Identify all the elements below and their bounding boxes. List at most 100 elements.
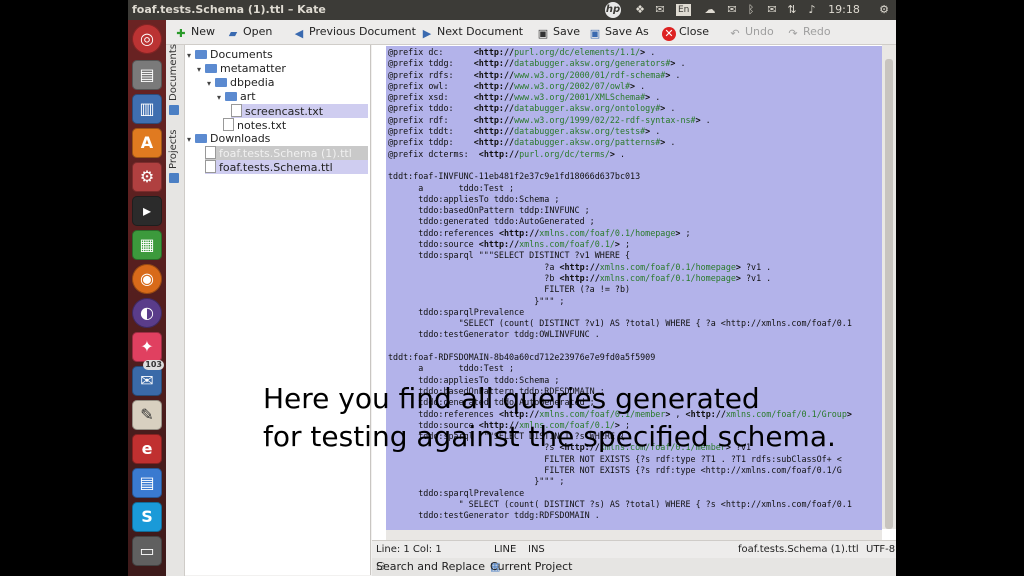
tree-item-dbpedia[interactable]: ▾ dbpedia xyxy=(207,76,275,90)
undo-label: Undo xyxy=(745,25,774,38)
next-document-button[interactable]: ▶ Next Document xyxy=(420,23,523,41)
open-button[interactable]: ▰ Open xyxy=(226,23,273,41)
spreadsheet-icon[interactable]: ▦ xyxy=(132,230,162,260)
code-line: tddo:references <http://xmlns.com/foaf/0… xyxy=(388,227,691,238)
screen: foaf.tests.Schema (1).ttl – Kate hp ❖ ✉ … xyxy=(128,0,896,576)
save-label: Save xyxy=(553,25,581,38)
code-line: @prefix rdfs: <http://www.w3.org/2000/01… xyxy=(388,69,681,80)
redo-label: Redo xyxy=(803,25,831,38)
next-label: Next Document xyxy=(437,25,524,38)
system-settings-icon[interactable]: ⚙ xyxy=(132,162,162,192)
code-line: tddt:foaf-INVFUNC-11eb481f2e37c9e1fd1806… xyxy=(388,171,641,182)
vertical-scrollbar[interactable] xyxy=(882,45,896,529)
pinwheel-icon[interactable]: ✦ xyxy=(132,332,162,362)
bluetooth-icon[interactable]: ᛒ xyxy=(744,2,758,18)
subtitle-line-1: Here you find all queries generated xyxy=(263,382,760,415)
previous-document-button[interactable]: ◀ Previous Document xyxy=(292,23,416,41)
ubuntu-dash-icon[interactable]: ◎ xyxy=(132,24,162,54)
code-line: @prefix owl: <http://www.w3.org/2002/07/… xyxy=(388,80,646,91)
code-text[interactable]: @prefix dc: <http://purl.org/dc/elements… xyxy=(388,47,896,540)
mail-app-icon[interactable]: ✉ 103 xyxy=(132,360,164,396)
code-line: FILTER NOT EXISTS {?s rdf:type <http://x… xyxy=(388,464,842,475)
encoding[interactable]: UTF-8 xyxy=(866,541,895,559)
terminal-icon[interactable]: ▸ xyxy=(132,196,162,226)
tab-projects-label: Projects xyxy=(168,129,179,169)
open-label: Open xyxy=(243,25,273,38)
files-icon[interactable]: ▤ xyxy=(132,60,162,90)
tab-projects[interactable]: Projects xyxy=(168,121,182,183)
folder-icon xyxy=(195,134,207,143)
selection-mode[interactable]: LINE xyxy=(494,541,516,559)
horizontal-scrollbar[interactable] xyxy=(386,530,882,540)
code-line: tddo:sparqlPrevalence xyxy=(388,306,525,317)
tree-item-art[interactable]: ▾ art xyxy=(217,90,256,104)
gear-icon[interactable]: ⚙ xyxy=(876,2,892,18)
subtitle-line-2: for testing against the specified schema… xyxy=(263,420,836,453)
code-line: tddo:appliesTo tddo:Schema ; xyxy=(388,193,560,204)
code-line: tddt:foaf-RDFSDOMAIN-8b40a60cd712e23976e… xyxy=(388,352,656,363)
tree-item-notes[interactable]: notes.txt xyxy=(223,118,286,132)
tree-item-schema-copy[interactable]: foaf.tests.Schema (1).ttl xyxy=(205,146,368,160)
tree-item-downloads[interactable]: ▾ Downloads xyxy=(187,132,270,146)
insert-mode[interactable]: INS xyxy=(528,541,545,559)
launcher: ◎ ▤ ▥ A ⚙ ▸ ▦ ◉ ◐ ✦ ✉ 103 ✎ e ▤ S ▭ xyxy=(128,20,166,576)
save-button[interactable]: ▣ Save xyxy=(536,23,580,41)
redo-icon: ↷ xyxy=(788,27,798,40)
new-button[interactable]: ✚ New xyxy=(174,23,215,41)
scrollbar-thumb[interactable] xyxy=(885,59,893,529)
code-editor[interactable]: @prefix dc: <http://purl.org/dc/elements… xyxy=(372,45,896,540)
ttl-file-icon xyxy=(205,160,216,173)
hp-icon[interactable]: hp xyxy=(605,2,621,18)
new-label: New xyxy=(191,25,215,38)
floppy-disk-icon: ▣ xyxy=(537,27,549,40)
messaging-icon[interactable]: ✉ xyxy=(724,2,740,18)
code-line: a tddo:Test ; xyxy=(388,182,515,193)
writer-icon[interactable]: ▤ xyxy=(132,468,162,498)
expand-arrow-icon: ▾ xyxy=(217,93,222,102)
subtitle-overlay: Here you find all queries generated for … xyxy=(263,380,903,456)
network-icon[interactable]: ⇅ xyxy=(784,2,800,18)
code-line: @prefix tddo: <http://databugger.aksw.or… xyxy=(388,103,676,114)
save-as-button[interactable]: ▣ Save As xyxy=(588,23,649,41)
mail-icon[interactable]: ✉ xyxy=(652,2,668,18)
document-viewer-icon[interactable]: ▥ xyxy=(132,94,162,124)
code-line: ?a <http://xmlns.com/foaf/0.1/homepage> … xyxy=(388,261,772,272)
folder-open-icon: ▰ xyxy=(228,27,238,40)
tree-item-schema[interactable]: foaf.tests.Schema.ttl xyxy=(205,160,368,174)
reader-icon[interactable]: e xyxy=(132,434,162,464)
dropbox-icon[interactable]: ❖ xyxy=(632,2,648,18)
documents-icon xyxy=(169,105,179,115)
clock[interactable]: 19:18 xyxy=(828,2,860,18)
eclipse-icon[interactable]: ◐ xyxy=(132,298,162,328)
tree-item-documents[interactable]: ▾ Documents xyxy=(187,48,273,62)
expand-arrow-icon: ▾ xyxy=(187,51,192,60)
code-line: a tddo:Test ; xyxy=(388,363,515,374)
expand-arrow-icon: ▾ xyxy=(197,65,202,74)
skype-icon[interactable]: S xyxy=(132,502,162,532)
code-line: " SELECT (count( DISTINCT ?s) AS ?total)… xyxy=(388,498,852,509)
volume-icon[interactable]: ♪ xyxy=(804,2,820,18)
code-line: FILTER (?a != ?b) xyxy=(388,284,631,295)
code-line: tddo:basedOnPattern tddp:INVFUNC ; xyxy=(388,205,590,216)
storage-icon[interactable]: ▭ xyxy=(132,536,162,566)
close-button[interactable]: ✕ Close xyxy=(662,23,709,41)
text-file-icon xyxy=(231,104,242,117)
software-center-icon[interactable]: A xyxy=(132,128,162,158)
save-as-icon: ▣ xyxy=(589,27,601,40)
tab-documents[interactable]: Documents xyxy=(168,44,182,115)
text-editor-icon[interactable]: ✎ xyxy=(132,400,162,430)
undo-button[interactable]: ↶ Undo xyxy=(728,23,774,41)
redo-button[interactable]: ↷ Redo xyxy=(786,23,831,41)
cloud-icon[interactable]: ☁ xyxy=(702,2,718,18)
file-tree: ▾ Documents ▾ metamatter ▾ dbpedia ▾ art scr… xyxy=(185,45,371,575)
keyboard-layout[interactable]: En xyxy=(676,4,692,16)
tree-item-screencast[interactable]: screencast.txt xyxy=(231,104,368,118)
save-as-label: Save As xyxy=(605,25,649,38)
arrow-left-icon: ◀ xyxy=(294,27,304,40)
status-bar: Line: 1 Col: 1 LINE INS foaf.tests.Schem… xyxy=(372,540,896,559)
firefox-icon[interactable]: ◉ xyxy=(132,264,162,294)
tree-item-metamatter[interactable]: ▾ metamatter xyxy=(197,62,286,76)
code-line: "SELECT (count( DISTINCT ?v1) AS ?total)… xyxy=(388,318,852,329)
email-icon[interactable]: ✉ xyxy=(764,2,780,18)
